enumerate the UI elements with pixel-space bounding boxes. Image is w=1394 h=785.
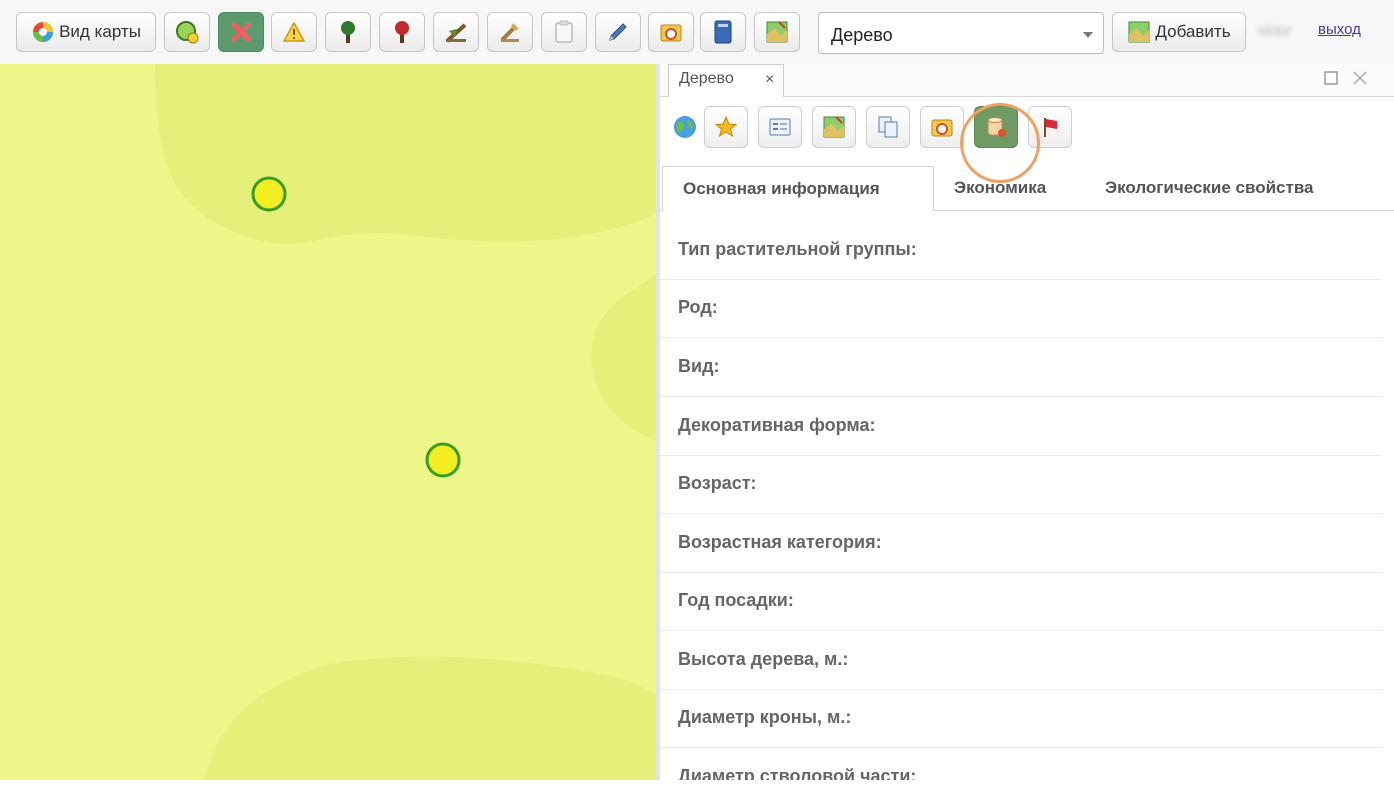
- map-view-label: Вид карты: [59, 22, 141, 41]
- clipboard-button[interactable]: [541, 12, 587, 52]
- field-row-tree-height: Высота дерева, м.:: [660, 632, 1382, 690]
- form-icon: [769, 118, 791, 136]
- felling-icon: [445, 23, 467, 43]
- field-label: Диаметр кроны, м.:: [678, 707, 852, 727]
- maximize-icon[interactable]: [1324, 71, 1338, 85]
- tree-red-button[interactable]: [379, 12, 425, 52]
- tab-economics-label: Экономика: [954, 178, 1047, 197]
- username: victor: [1258, 22, 1292, 38]
- map-layer-icon: [766, 21, 788, 43]
- map-layer-button[interactable]: [754, 12, 800, 52]
- photo-icon: [660, 24, 682, 42]
- pen-button[interactable]: [595, 12, 641, 52]
- photo-gallery-button[interactable]: [920, 106, 964, 148]
- dropdown-value: Дерево: [831, 25, 893, 45]
- map-edit-button[interactable]: [812, 106, 856, 148]
- favorite-button[interactable]: [704, 106, 748, 148]
- photo-gallery-icon: [931, 119, 953, 137]
- copy-icon: [878, 116, 898, 138]
- warning-button[interactable]: [271, 12, 317, 52]
- tree-marker[interactable]: [425, 442, 461, 478]
- field-label: Тип растительной группы:: [678, 239, 917, 259]
- add-point-icon: [176, 21, 199, 44]
- field-label: Год посадки:: [678, 590, 794, 610]
- tree-green-icon: [341, 21, 355, 43]
- field-row-genus: Род:: [660, 280, 1382, 338]
- book-button[interactable]: [700, 12, 746, 52]
- photo-button[interactable]: [648, 12, 694, 52]
- tab-ecological-properties[interactable]: Экологические свойства: [1105, 166, 1314, 210]
- panel-tab-tree[interactable]: Дерево ×: [668, 64, 784, 97]
- field-label: Род:: [678, 297, 718, 317]
- close-panel-icon[interactable]: [1352, 70, 1368, 86]
- book-icon: [714, 20, 732, 44]
- pruning-icon: [500, 23, 519, 42]
- add-point-button[interactable]: [164, 12, 210, 52]
- tree-marker[interactable]: [251, 176, 287, 212]
- section-tab-bar: Основная информация Экономика Экологичес…: [660, 166, 1394, 211]
- panel-tab-bar: Дерево ×: [660, 64, 1394, 97]
- map-svg: [0, 64, 656, 780]
- field-row-age: Возраст:: [660, 456, 1382, 514]
- tab-economics[interactable]: Экономика: [954, 166, 1046, 210]
- field-row-group-type: Тип растительной группы:: [660, 222, 1382, 280]
- field-row-decorative-form: Декоративная форма:: [660, 398, 1382, 456]
- tab-main-info-label: Основная информация: [683, 178, 880, 198]
- delete-icon: [231, 22, 251, 42]
- add-label: Добавить: [1155, 22, 1231, 41]
- form-button[interactable]: [758, 106, 802, 148]
- field-row-age-category: Возрастная категория:: [660, 515, 1382, 573]
- pen-icon: [609, 23, 627, 41]
- field-row-trunk-diameter: Диаметр стволовой части:: [660, 749, 1382, 780]
- delete-button[interactable]: [218, 12, 264, 52]
- felling-button[interactable]: [433, 12, 479, 52]
- add-button[interactable]: Добавить: [1112, 12, 1246, 52]
- field-row-crown-diameter: Диаметр кроны, м.:: [660, 690, 1382, 748]
- field-row-species: Вид:: [660, 339, 1382, 397]
- map-view-icon: [33, 22, 54, 42]
- close-tab-icon[interactable]: ×: [765, 71, 774, 89]
- chevron-down-icon: [1083, 32, 1093, 38]
- object-type-dropdown[interactable]: Дерево: [818, 12, 1104, 54]
- field-label: Возраст:: [678, 473, 757, 493]
- logout-link[interactable]: выход: [1318, 21, 1361, 38]
- tab-main-info[interactable]: Основная информация: [662, 166, 934, 211]
- object-info-panel: Дерево × Основная информация Экономика Э…: [660, 64, 1394, 780]
- globe-icon[interactable]: [672, 114, 698, 140]
- field-label: Возрастная категория:: [678, 532, 882, 552]
- panel-tab-label: Дерево: [679, 70, 734, 87]
- tree-red-icon: [395, 21, 409, 43]
- tab-ecological-properties-label: Экологические свойства: [1105, 178, 1314, 197]
- clipboard-icon: [555, 20, 573, 43]
- field-label: Высота дерева, м.:: [678, 649, 849, 669]
- map-edit-icon: [823, 116, 845, 138]
- field-label: Декоративная форма:: [678, 415, 876, 435]
- field-label: Вид:: [678, 356, 720, 376]
- copy-button[interactable]: [866, 106, 910, 148]
- main-toolbar: Вид карты Дерево Добавить victor выход: [0, 0, 1394, 64]
- map-view-button[interactable]: Вид карты: [16, 12, 156, 52]
- star-icon: [714, 115, 738, 138]
- tree-green-button[interactable]: [325, 12, 371, 52]
- field-label: Диаметр стволовой части:: [678, 766, 917, 780]
- warning-icon: [282, 21, 306, 42]
- map-canvas[interactable]: [0, 64, 656, 780]
- field-row-planting-year: Год посадки:: [660, 573, 1382, 631]
- pruning-button[interactable]: [487, 12, 533, 52]
- map-add-icon: [1128, 21, 1150, 43]
- flag-icon: [1044, 118, 1057, 137]
